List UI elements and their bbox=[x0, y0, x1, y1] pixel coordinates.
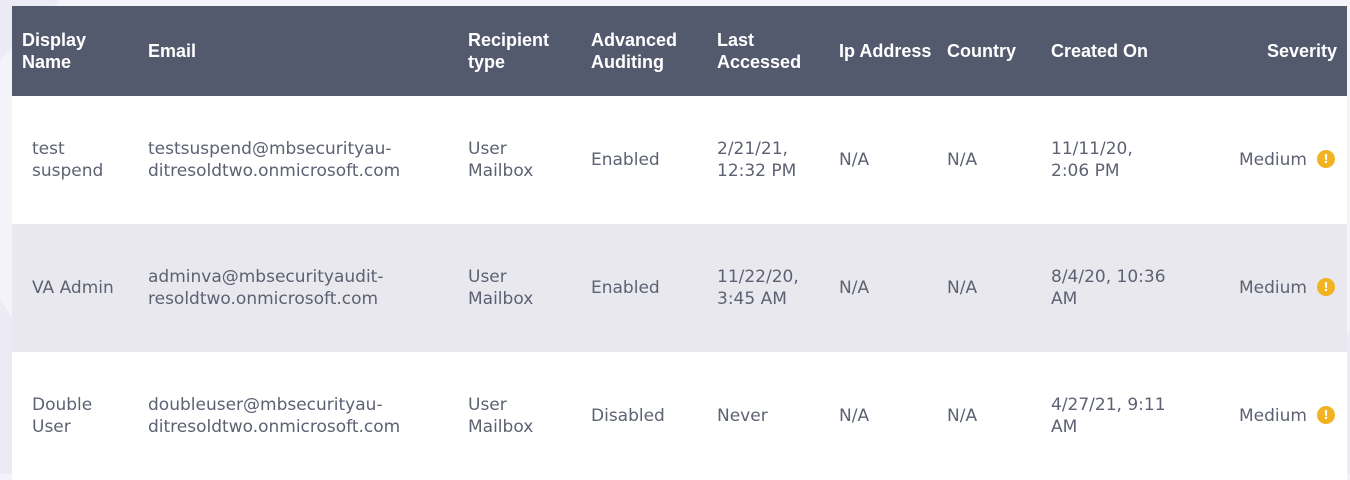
column-header-display-name[interactable]: Display Name bbox=[12, 6, 138, 96]
cell-severity: Medium! bbox=[1178, 96, 1347, 224]
mailbox-table-container: Display Name Email Recipient type Advanc… bbox=[12, 6, 1347, 480]
cell-last-accessed: 11/22/20, 3:45 AM bbox=[717, 267, 799, 309]
table-row[interactable]: test suspend testsuspend@mbsecurityau-di… bbox=[12, 96, 1347, 224]
column-header-last-accessed[interactable]: Last Accessed bbox=[707, 6, 829, 96]
severity-label: Medium bbox=[1239, 406, 1307, 426]
cell-ip-address: N/A bbox=[839, 406, 870, 426]
cell-email: doubleuser@mbsecurityau-ditresoldtwo.onm… bbox=[148, 395, 401, 437]
cell-recipient-type: User Mailbox bbox=[468, 395, 534, 437]
table-row[interactable]: VA Admin adminva@mbsecurityaudit-resoldt… bbox=[12, 224, 1347, 352]
table-row[interactable]: Double User doubleuser@mbsecurityau-ditr… bbox=[12, 352, 1347, 480]
warning-circle-icon: ! bbox=[1317, 406, 1335, 424]
cell-recipient-type: User Mailbox bbox=[468, 267, 534, 309]
cell-advanced-auditing: Disabled bbox=[591, 406, 665, 426]
cell-created-on: 8/4/20, 10:36 AM bbox=[1051, 267, 1166, 309]
cell-last-accessed: 2/21/21, 12:32 PM bbox=[717, 139, 797, 181]
column-header-severity[interactable]: Severity bbox=[1178, 6, 1347, 96]
cell-display-name: test suspend bbox=[32, 139, 104, 181]
mailbox-table: Display Name Email Recipient type Advanc… bbox=[12, 6, 1347, 480]
cell-ip-address: N/A bbox=[839, 278, 870, 298]
cell-created-on: 4/27/21, 9:11 AM bbox=[1051, 395, 1166, 437]
column-header-ip-address[interactable]: Ip Address bbox=[829, 6, 937, 96]
cell-advanced-auditing: Enabled bbox=[591, 150, 660, 170]
cell-display-name: VA Admin bbox=[32, 278, 114, 298]
severity-label: Medium bbox=[1239, 150, 1307, 170]
cell-email: testsuspend@mbsecurityau-ditresoldtwo.on… bbox=[148, 139, 401, 181]
cell-created-on: 11/11/20, 2:06 PM bbox=[1051, 139, 1133, 181]
cell-recipient-type: User Mailbox bbox=[468, 139, 534, 181]
cell-country: N/A bbox=[947, 406, 978, 426]
cell-country: N/A bbox=[947, 150, 978, 170]
cell-ip-address: N/A bbox=[839, 150, 870, 170]
warning-circle-icon: ! bbox=[1317, 278, 1335, 296]
cell-country: N/A bbox=[947, 278, 978, 298]
table-header-row: Display Name Email Recipient type Advanc… bbox=[12, 6, 1347, 96]
severity-label: Medium bbox=[1239, 278, 1307, 298]
column-header-email[interactable]: Email bbox=[138, 6, 458, 96]
cell-email: adminva@mbsecurityaudit-resoldtwo.onmicr… bbox=[148, 267, 384, 309]
column-header-advanced-auditing[interactable]: Advanced Auditing bbox=[581, 6, 707, 96]
column-header-country[interactable]: Country bbox=[937, 6, 1041, 96]
cell-advanced-auditing: Enabled bbox=[591, 278, 660, 298]
cell-severity: Medium! bbox=[1178, 352, 1347, 480]
cell-display-name: Double User bbox=[32, 395, 93, 437]
warning-circle-icon: ! bbox=[1317, 150, 1335, 168]
cell-last-accessed: Never bbox=[717, 406, 768, 426]
cell-severity: Medium! bbox=[1178, 224, 1347, 352]
column-header-recipient-type[interactable]: Recipient type bbox=[458, 6, 581, 96]
column-header-created-on[interactable]: Created On bbox=[1041, 6, 1178, 96]
